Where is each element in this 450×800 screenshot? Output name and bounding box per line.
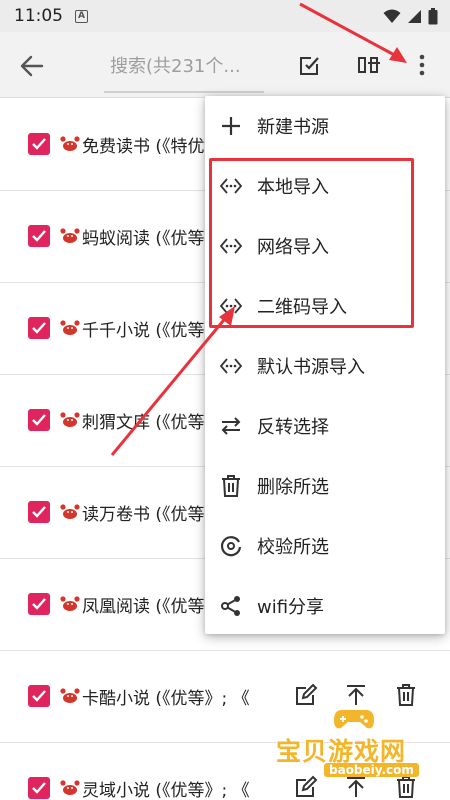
arrow-to-qr-import (110, 306, 235, 456)
arrow-to-more-menu (299, 2, 407, 63)
watermark-url: baobeiy.com (324, 763, 419, 777)
watermark: 宝贝游戏网 baobeiy.com (270, 702, 450, 800)
gamepad-icon (334, 710, 374, 729)
annotation-arrows (110, 2, 407, 456)
